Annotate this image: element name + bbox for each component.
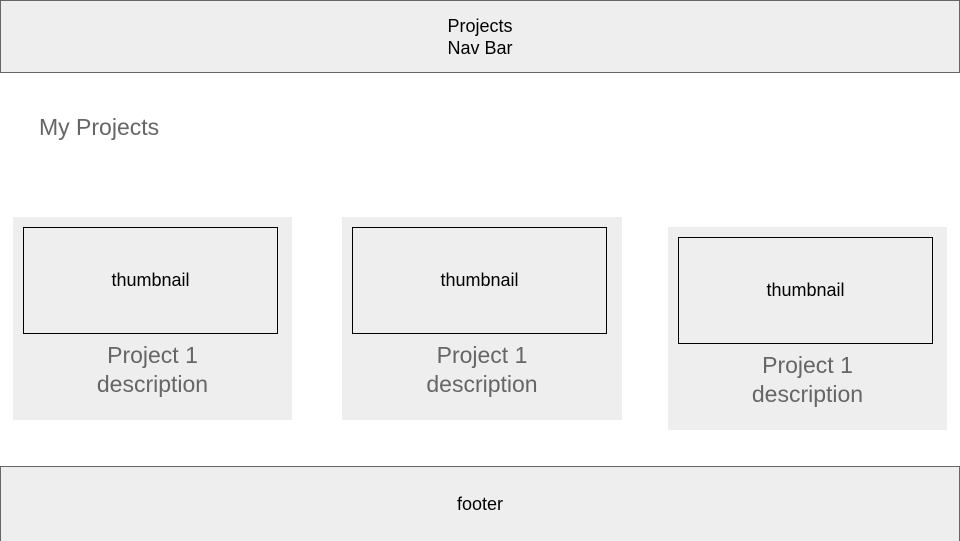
- nav-bar: Projects Nav Bar: [0, 0, 960, 73]
- project-description-title: Project 1: [436, 342, 528, 368]
- project-card[interactable]: thumbnail Project 1 description: [342, 217, 622, 420]
- footer: footer: [0, 466, 960, 541]
- project-thumbnail[interactable]: thumbnail: [678, 237, 933, 344]
- thumbnail-label: thumbnail: [766, 280, 845, 300]
- page-title: My Projects: [39, 114, 160, 140]
- nav-bar-subtitle: Nav Bar: [447, 37, 513, 58]
- project-description: Project 1 description: [668, 351, 947, 409]
- project-thumbnail[interactable]: thumbnail: [23, 227, 278, 334]
- thumbnail-label: thumbnail: [440, 270, 519, 290]
- nav-bar-title: Projects: [447, 15, 513, 36]
- project-card[interactable]: thumbnail Project 1 description: [13, 217, 292, 420]
- project-description: Project 1 description: [342, 341, 622, 399]
- project-thumbnail[interactable]: thumbnail: [352, 227, 607, 334]
- footer-label: footer: [456, 493, 504, 514]
- project-description-title: Project 1: [762, 352, 853, 378]
- project-description-text: description: [426, 371, 538, 397]
- project-card[interactable]: thumbnail Project 1 description: [668, 227, 947, 430]
- thumbnail-label: thumbnail: [111, 270, 190, 290]
- project-description: Project 1 description: [13, 341, 292, 399]
- project-description-text: description: [751, 381, 864, 407]
- project-description-title: Project 1: [107, 342, 198, 368]
- project-description-text: description: [96, 371, 209, 397]
